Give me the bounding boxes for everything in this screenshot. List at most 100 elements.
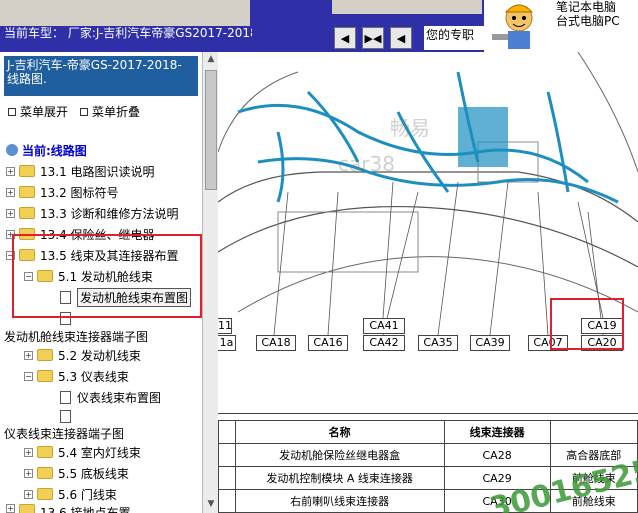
tree-item[interactable]: + 5.2 发动机线束 xyxy=(24,345,141,365)
table-cell: 发动机舱保险丝继电器盒 xyxy=(234,443,445,467)
table-cell: 右前喇叭线束连接器 xyxy=(234,489,445,513)
tree-item-label: 仪表线束布置图 xyxy=(77,390,162,405)
tree-item-label: 5.2 发动机线束 xyxy=(58,348,141,363)
top-bar: 当前车型： 厂家:J-吉利汽车帝豪GS2017-2018 ◀ ▶◀ ◀ 您的专职… xyxy=(0,0,638,52)
tree-item-label: 5.5 底板线束 xyxy=(58,466,129,481)
table-cell: 发动机控制模块 A 线束连接器 xyxy=(234,466,445,490)
collapse-label: 菜单折叠 xyxy=(92,105,141,119)
expand-toggle-icon[interactable]: + xyxy=(6,166,15,176)
tree-item[interactable]: + 13.6 接地点布置 xyxy=(6,504,131,513)
watermark-2: car38 xyxy=(338,152,395,176)
table-header xyxy=(549,420,638,444)
folder-icon xyxy=(19,165,35,177)
tree-item[interactable]: + 5.6 门线束 xyxy=(24,484,117,504)
collapse-icon xyxy=(80,107,89,116)
tree-item-label: 5.6 门线束 xyxy=(58,487,117,502)
connector-label[interactable]: CA16 xyxy=(308,335,348,351)
folder-icon xyxy=(19,504,35,513)
promo-line-2: 台式电脑PC xyxy=(556,14,620,28)
document-icon xyxy=(60,409,71,423)
tree-item[interactable]: + 13.2 图标符号 xyxy=(6,182,119,202)
scroll-down-icon[interactable]: ▼ xyxy=(205,499,217,511)
scroll-thumb[interactable] xyxy=(205,70,217,190)
tree-item-label: 13.2 图标符号 xyxy=(40,185,119,200)
mascot-icon xyxy=(484,0,554,52)
table-cell: CA28 xyxy=(443,443,551,467)
vehicle-label: 当前车型： 厂家:J-吉利汽车帝豪GS2017-2018 xyxy=(4,27,252,40)
expand-toggle-icon[interactable]: + xyxy=(24,447,33,457)
tree-item[interactable]: 发动机舱线束连接器端子图 xyxy=(4,326,148,346)
tree-item-label: 13.6 接地点布置 xyxy=(40,506,131,513)
tree-header: J-吉利汽车-帝豪GS-2017-2018- 线路图. xyxy=(4,56,198,96)
connector-label[interactable]: CA18 xyxy=(256,335,296,351)
top-bar-left-panel xyxy=(0,0,250,26)
watermark-1: 畅易 xyxy=(390,116,430,140)
tree-item-label: 13.1 电路图识读说明 xyxy=(40,164,155,179)
tree-item[interactable]: + 5.4 室内灯线束 xyxy=(24,442,141,462)
folder-icon xyxy=(19,186,35,198)
expand-label: 菜单展开 xyxy=(20,105,69,119)
globe-icon xyxy=(6,144,18,156)
tree-item-label: 13.3 诊断和维修方法说明 xyxy=(40,206,179,221)
document-icon xyxy=(60,390,71,404)
folder-icon xyxy=(37,370,53,382)
top-bar-mid-panel xyxy=(332,0,482,14)
tree-item[interactable]: 仪表线束连接器端子图 xyxy=(4,423,124,443)
prev-button[interactable]: ◀ xyxy=(334,27,356,49)
back-button[interactable]: ◀ xyxy=(390,27,412,49)
tree-item[interactable]: − 5.3 仪表线束 xyxy=(24,366,129,386)
expand-toggle-icon[interactable]: + xyxy=(6,208,15,218)
table-header-row: 名称 线束连接器 xyxy=(218,420,638,444)
highlight-box xyxy=(550,298,624,350)
folder-icon xyxy=(37,488,53,500)
highlight-box xyxy=(12,234,202,318)
tree-item[interactable]: + 5.5 底板线束 xyxy=(24,463,129,483)
expand-toggle-icon[interactable]: + xyxy=(24,489,33,499)
connector-label[interactable]: CA42 xyxy=(363,335,405,351)
folder-icon xyxy=(37,467,53,479)
expand-toggle-icon[interactable]: + xyxy=(6,504,15,513)
table-cell xyxy=(218,443,236,467)
tree-item[interactable]: + 13.3 诊断和维修方法说明 xyxy=(6,203,179,223)
expand-toggle-icon[interactable]: + xyxy=(24,468,33,478)
tree-item[interactable]: 仪表线束布置图 xyxy=(60,387,161,407)
connector-label[interactable]: CA35 xyxy=(418,335,458,351)
tree-actions: 菜单展开 菜单折叠 xyxy=(8,103,140,120)
connector-table-area: 名称 线束连接器 发动机舱保险丝继电器盒 CA28 高合器底部 发动机控制模块 … xyxy=(218,413,638,513)
promo-text: 笔记本电脑 台式电脑PC xyxy=(554,0,638,52)
table-cell xyxy=(218,466,236,490)
expand-menu-button[interactable]: 菜单展开 xyxy=(8,103,68,120)
expand-icon xyxy=(8,107,16,116)
tree-item[interactable]: + 13.1 电路图识读说明 xyxy=(6,161,155,181)
table-row: 发动机舱保险丝继电器盒 CA28 高合器底部 xyxy=(218,443,638,467)
wiring-diagram[interactable]: 畅易 car38 11 1a CA18 CA16 CA41 CA42 CA35 … xyxy=(218,52,638,413)
folder-icon xyxy=(19,207,35,219)
tree-scrollbar[interactable]: ▲ ▼ xyxy=(202,52,218,513)
edge-label: 11 xyxy=(218,318,232,334)
connector-label[interactable]: CA39 xyxy=(470,335,510,351)
current-label: 当前:线路图 xyxy=(22,143,87,158)
connector-label[interactable]: CA41 xyxy=(363,318,405,334)
table-cell xyxy=(218,489,236,513)
folder-icon xyxy=(37,446,53,458)
vehicle-drawing xyxy=(218,52,638,336)
toggle-button[interactable]: ▶◀ xyxy=(362,27,384,49)
expand-toggle-icon[interactable]: + xyxy=(6,187,15,197)
scroll-up-icon[interactable]: ▲ xyxy=(205,54,217,66)
promo-line-1: 笔记本电脑 xyxy=(556,0,617,14)
table-header: 线束连接器 xyxy=(443,420,551,444)
tree-item-label: 仪表线束连接器端子图 xyxy=(4,426,125,441)
table-header: 名称 xyxy=(234,420,445,444)
table-header xyxy=(218,420,236,444)
tree-item-label: 5.4 室内灯线束 xyxy=(58,445,141,460)
nav-buttons: ◀ ▶◀ ◀ xyxy=(334,27,412,49)
tree-item-label: 发动机舱线束连接器端子图 xyxy=(4,329,149,344)
tree-panel: J-吉利汽车-帝豪GS-2017-2018- 线路图. 菜单展开 菜单折叠 ▲ … xyxy=(0,52,218,513)
expand-toggle-icon[interactable]: + xyxy=(24,350,33,360)
collapse-toggle-icon[interactable]: − xyxy=(24,371,33,381)
folder-icon xyxy=(37,349,53,361)
edge-label: 1a xyxy=(218,335,236,351)
tree-item-label: 5.3 仪表线束 xyxy=(58,369,129,384)
tree-current: 当前:线路图 xyxy=(6,140,87,160)
collapse-menu-button[interactable]: 菜单折叠 xyxy=(80,103,140,120)
